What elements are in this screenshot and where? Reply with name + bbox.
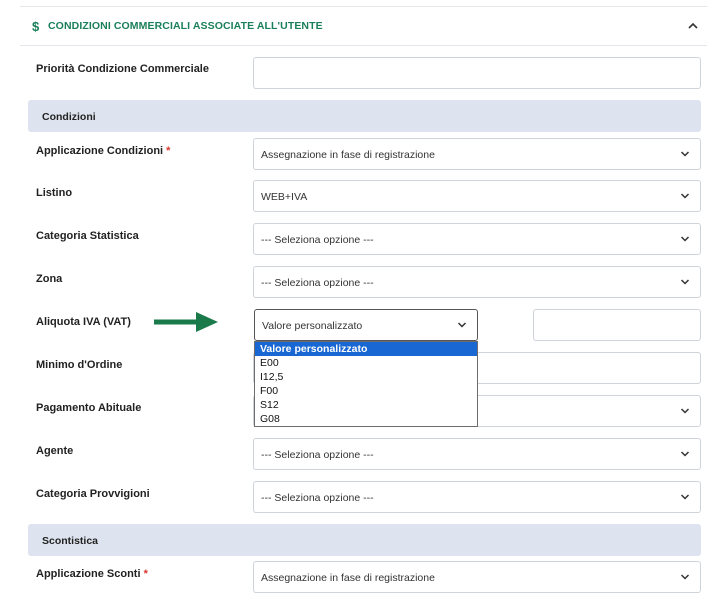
applicazione-condizioni-select[interactable]: Assegnazione in fase di registrazione	[253, 138, 701, 170]
applicazione-condizioni-value: Assegnazione in fase di registrazione	[261, 149, 435, 161]
categoria-provvigioni-select[interactable]: --- Seleziona opzione ---	[253, 481, 701, 513]
listino-value: WEB+IVA	[261, 191, 308, 203]
agente-select[interactable]: --- Seleziona opzione ---	[253, 438, 701, 470]
dropdown-option[interactable]: F00	[255, 384, 477, 398]
section-condizioni: Condizioni	[28, 100, 701, 132]
panel-header[interactable]: $ CONDIZIONI COMMERCIALI ASSOCIATE ALL'U…	[20, 7, 707, 46]
aliquota-iva-label: Aliquota IVA (VAT)	[36, 316, 131, 328]
chevron-down-icon	[680, 193, 690, 199]
green-arrow-icon	[154, 312, 218, 332]
priorita-input[interactable]	[253, 57, 701, 89]
required-marker: *	[143, 568, 148, 580]
section-scontistica: Scontistica	[28, 524, 701, 556]
applicazione-condizioni-text: Applicazione Condizioni	[36, 145, 164, 157]
chevron-down-icon	[680, 494, 690, 500]
agente-label: Agente	[36, 445, 74, 457]
chevron-down-icon	[680, 151, 690, 157]
categoria-statistica-value: --- Seleziona opzione ---	[261, 234, 374, 246]
chevron-down-icon	[680, 574, 690, 580]
aliquota-iva-dropdown-list[interactable]: Valore personalizzato E00 I12,5 F00 S12 G08	[254, 341, 478, 427]
listino-select[interactable]: WEB+IVA	[253, 180, 701, 212]
zona-value: --- Seleziona opzione ---	[261, 277, 374, 289]
categoria-provvigioni-value: --- Seleziona opzione ---	[261, 492, 374, 504]
listino-label: Listino	[36, 187, 73, 199]
aliquota-iva-select[interactable]: Valore personalizzato	[254, 309, 478, 341]
section-scontistica-title: Scontistica	[42, 535, 99, 547]
categoria-statistica-label: Categoria Statistica	[36, 230, 139, 242]
pagamento-abituale-label: Pagamento Abituale	[36, 402, 142, 414]
dropdown-option[interactable]: S12	[255, 398, 477, 412]
panel-title: CONDIZIONI COMMERCIALI ASSOCIATE ALL'UTE…	[48, 20, 323, 32]
dropdown-option[interactable]: E00	[255, 356, 477, 370]
priorita-label: Priorità Condizione Commerciale	[36, 63, 209, 75]
dollar-icon: $	[32, 19, 40, 34]
chevron-down-icon	[680, 451, 690, 457]
required-marker: *	[166, 145, 171, 157]
minimo-ordine-label: Minimo d'Ordine	[36, 359, 123, 371]
section-condizioni-title: Condizioni	[42, 111, 96, 123]
dropdown-option[interactable]: G08	[255, 412, 477, 426]
aliquota-iva-value: Valore personalizzato	[262, 320, 363, 332]
applicazione-sconti-label: Applicazione Sconti *	[36, 568, 148, 580]
chevron-down-icon	[457, 322, 467, 328]
zona-label: Zona	[36, 273, 63, 285]
categoria-statistica-select[interactable]: --- Seleziona opzione ---	[253, 223, 701, 255]
chevron-down-icon	[680, 236, 690, 242]
caret-up-icon[interactable]	[687, 21, 699, 31]
aliquota-iva-custom-input[interactable]	[533, 309, 701, 341]
dropdown-option[interactable]: I12,5	[255, 370, 477, 384]
agente-value: --- Seleziona opzione ---	[261, 449, 374, 461]
commercial-conditions-panel: $ CONDIZIONI COMMERCIALI ASSOCIATE ALL'U…	[20, 6, 707, 603]
chevron-down-icon	[680, 279, 690, 285]
zona-select[interactable]: --- Seleziona opzione ---	[253, 266, 701, 298]
applicazione-sconti-select[interactable]: Assegnazione in fase di registrazione	[253, 561, 701, 593]
applicazione-sconti-value: Assegnazione in fase di registrazione	[261, 572, 435, 584]
categoria-provvigioni-label: Categoria Provvigioni	[36, 488, 150, 500]
applicazione-condizioni-label: Applicazione Condizioni *	[36, 145, 170, 157]
dropdown-option[interactable]: Valore personalizzato	[255, 342, 477, 356]
applicazione-sconti-text: Applicazione Sconti	[36, 568, 141, 580]
chevron-down-icon	[680, 408, 690, 414]
